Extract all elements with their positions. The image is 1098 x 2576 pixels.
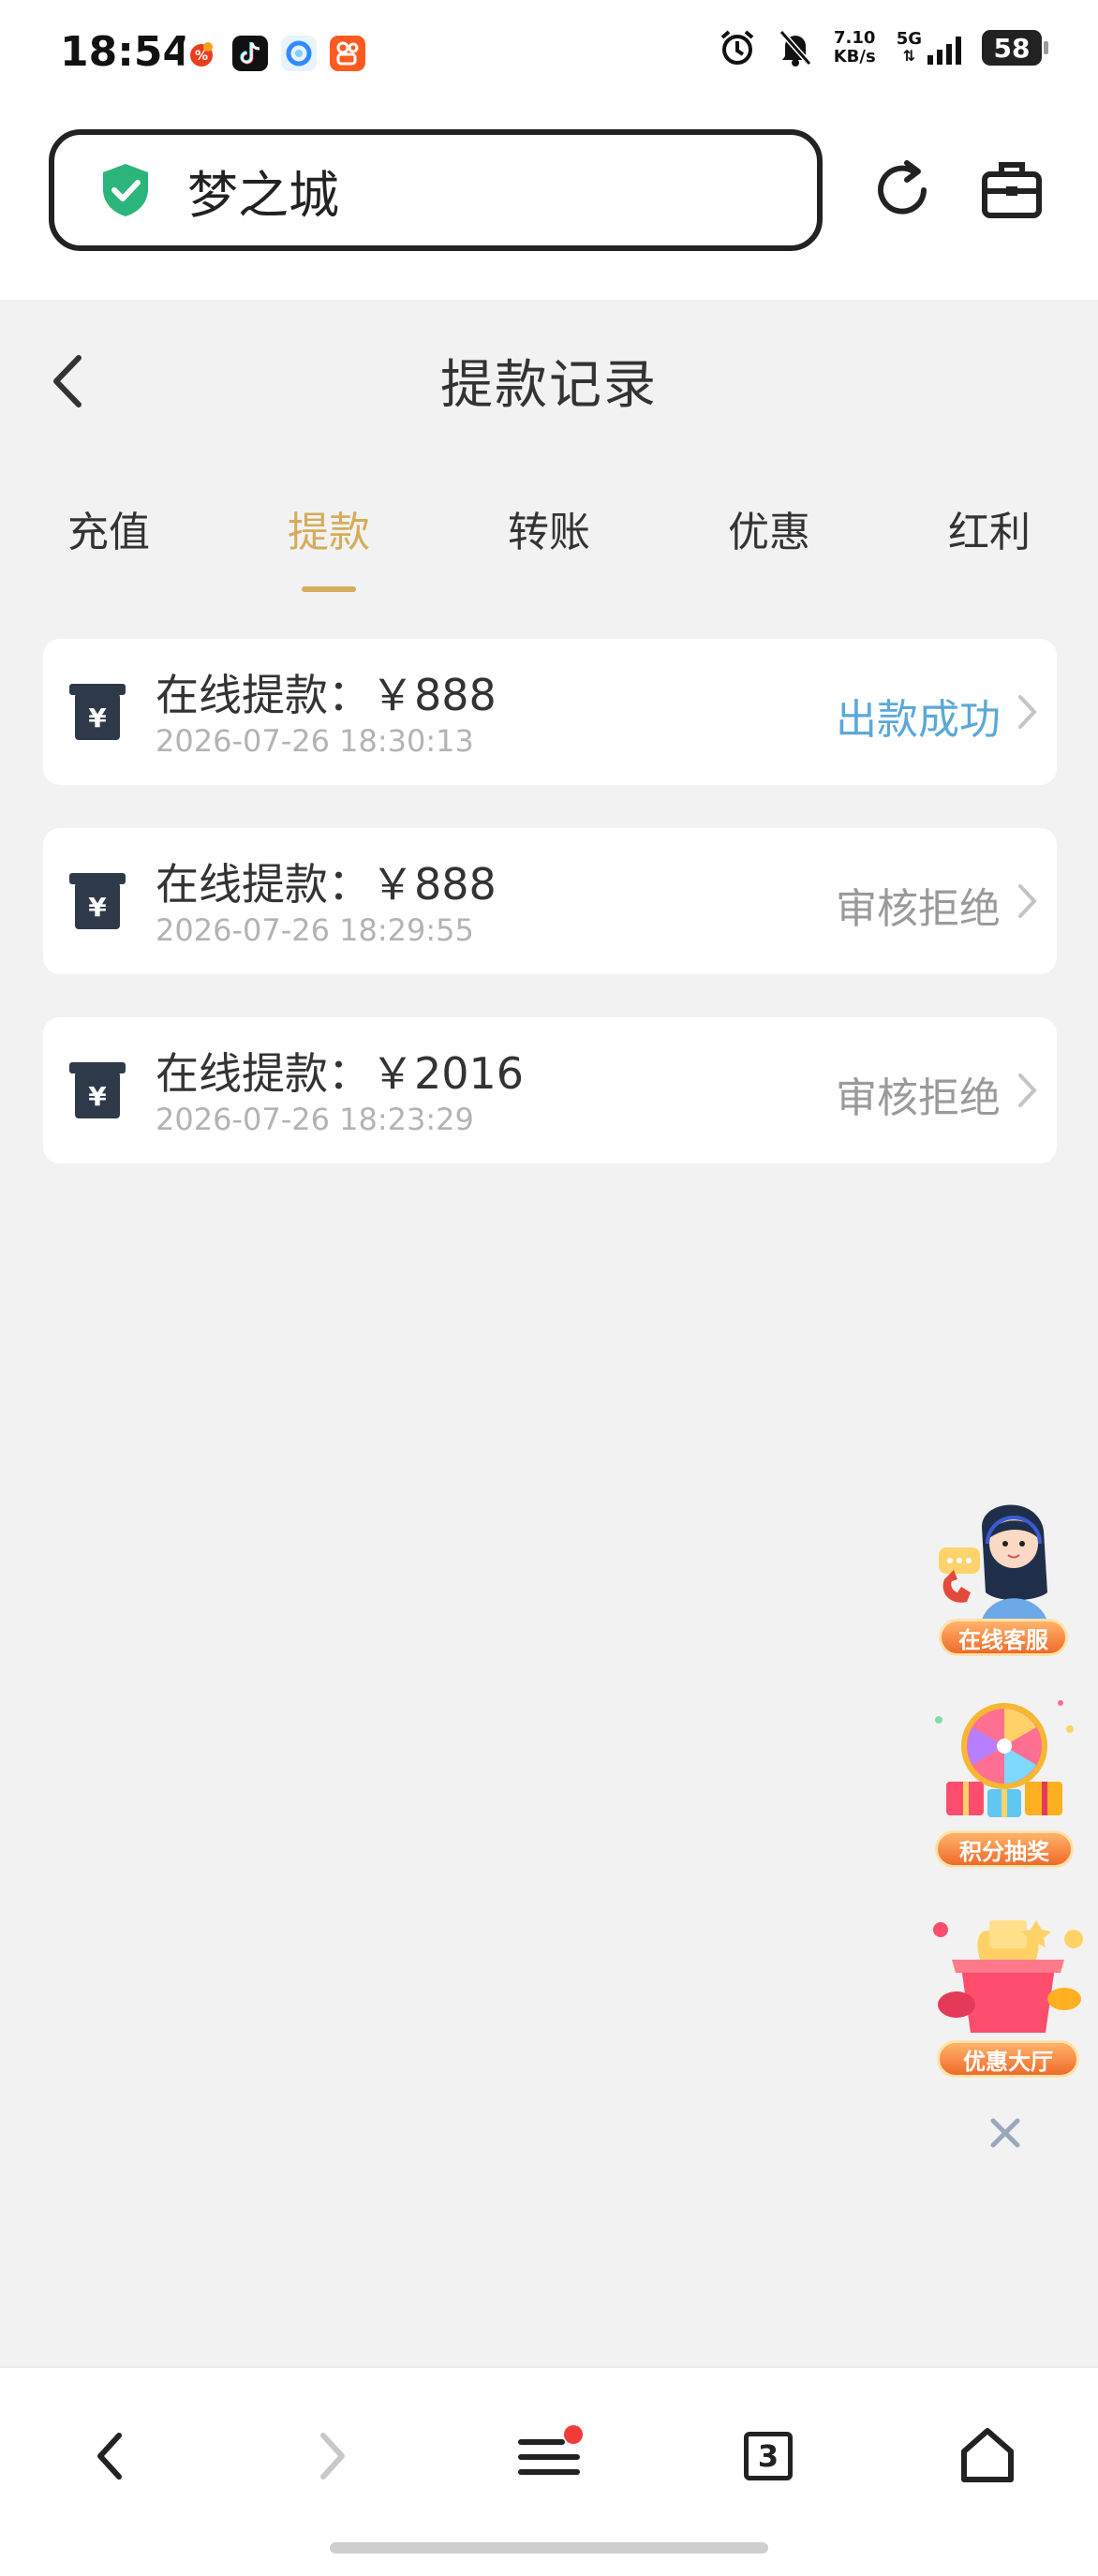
chevron-right-icon [1018, 1073, 1037, 1107]
chevron-right-icon [320, 2433, 345, 2480]
chevron-right-icon [1018, 695, 1037, 729]
signal-bars-icon [927, 37, 961, 65]
browser-bar: 梦之城 [0, 112, 1098, 300]
nav-forward-button[interactable] [294, 2419, 369, 2494]
menu-icon [518, 2425, 583, 2475]
withdraw-record[interactable]: ¥ 在线提款：￥888 2026-07-26 18:29:55 审核拒绝 [43, 828, 1057, 974]
tab-withdraw[interactable]: 提款 [288, 498, 370, 558]
record-status: 审核拒绝 [836, 1074, 1001, 1122]
svg-text:¥: ¥ [88, 1081, 107, 1112]
customer-service-avatar-icon [939, 1504, 1049, 1630]
record-time: 2026-07-26 18:29:55 [156, 912, 474, 948]
record-time: 2026-07-26 18:23:29 [156, 1102, 474, 1137]
browser-bottom-nav: 3 [0, 2366, 1098, 2576]
withdraw-record[interactable]: ¥ 在线提款：￥2016 2026-07-26 18:23:29 审核拒绝 [43, 1017, 1057, 1163]
status-time: 18:54 [60, 28, 192, 76]
active-tab-indicator [302, 586, 356, 592]
alarm-icon [720, 30, 754, 65]
withdraw-yuan-icon: ¥ [69, 684, 126, 740]
chevron-left-icon [97, 2433, 122, 2480]
record-time: 2026-07-26 18:30:13 [156, 723, 474, 759]
status-indicators: 7.10 KB/s 5G ⇅ 58 [718, 28, 1048, 67]
chevron-right-icon [1018, 884, 1037, 918]
prize-wheel-icon [935, 1700, 1074, 1817]
home-icon [961, 2428, 1014, 2482]
data-arrows-icon: ⇅ [902, 47, 916, 65]
nav-back-button[interactable] [73, 2419, 148, 2494]
nav-home-button[interactable] [950, 2419, 1025, 2494]
notification-app-icons: % [184, 36, 365, 71]
withdraw-record[interactable]: ¥ 在线提款：￥888 2026-07-26 18:30:13 出款成功 [43, 639, 1057, 785]
record-tabs: 充值 提款 转账 优惠 红利 [0, 478, 1098, 600]
gift-box-icon [933, 1920, 1083, 2033]
promo-hall-widget[interactable]: 优惠大厅 [924, 1902, 1092, 2089]
withdraw-yuan-icon: ¥ [69, 1062, 126, 1118]
shield-check-icon [103, 164, 148, 216]
promo-hall-label: 优惠大厅 [937, 2040, 1079, 2078]
record-title: 在线提款：￥888 [156, 670, 497, 720]
site-name: 梦之城 [187, 165, 339, 225]
net-speed-unit: KB/s [833, 47, 876, 67]
battery-icon: 58 [982, 30, 1048, 66]
svg-text:%: % [195, 49, 208, 64]
withdraw-yuan-icon: ¥ [69, 873, 126, 929]
address-bar[interactable]: 梦之城 [49, 129, 823, 251]
mute-bell-icon [779, 30, 811, 67]
record-status: 审核拒绝 [836, 885, 1001, 933]
refresh-icon[interactable] [869, 157, 935, 223]
toolbox-icon[interactable] [980, 157, 1044, 221]
tab-transfer[interactable]: 转账 [508, 498, 590, 558]
browser-icon [281, 36, 317, 71]
close-icon[interactable] [984, 2111, 1027, 2154]
record-status: 出款成功 [836, 696, 1001, 744]
svg-text:¥: ¥ [88, 703, 107, 733]
network-type: 5G [896, 29, 922, 49]
home-indicator[interactable] [330, 2542, 768, 2554]
record-title: 在线提款：￥888 [156, 859, 497, 910]
nav-menu-button[interactable] [512, 2419, 586, 2494]
tab-count: 3 [744, 2432, 793, 2480]
battery-level: 58 [993, 32, 1031, 64]
record-title: 在线提款：￥2016 [156, 1048, 525, 1099]
tiktok-icon [232, 36, 268, 71]
kuaishou-icon [330, 36, 365, 71]
tab-bonus[interactable]: 红利 [948, 498, 1031, 558]
points-lottery-widget[interactable]: 积分抽奖 [929, 1692, 1079, 1870]
status-bar: 18:54 % 7.10 KB/s 5G ⇅ 58 [0, 0, 1098, 112]
points-lottery-label: 积分抽奖 [935, 1830, 1074, 1868]
tab-deposit[interactable]: 充值 [67, 498, 150, 558]
page-header: 提款记录 [0, 300, 1098, 459]
nav-tabs-button[interactable]: 3 [731, 2419, 806, 2494]
signal-indicator: 5G ⇅ [897, 31, 961, 65]
customer-service-widget[interactable]: 在线客服 [933, 1489, 1074, 1664]
net-speed: 7.10 KB/s [834, 29, 876, 67]
net-speed-value: 7.10 [833, 28, 876, 48]
tab-promotion[interactable]: 优惠 [728, 498, 810, 558]
weibo-like-icon: % [184, 36, 219, 71]
customer-service-label: 在线客服 [939, 1619, 1068, 1656]
page-title: 提款记录 [440, 355, 658, 416]
svg-text:¥: ¥ [88, 892, 107, 923]
